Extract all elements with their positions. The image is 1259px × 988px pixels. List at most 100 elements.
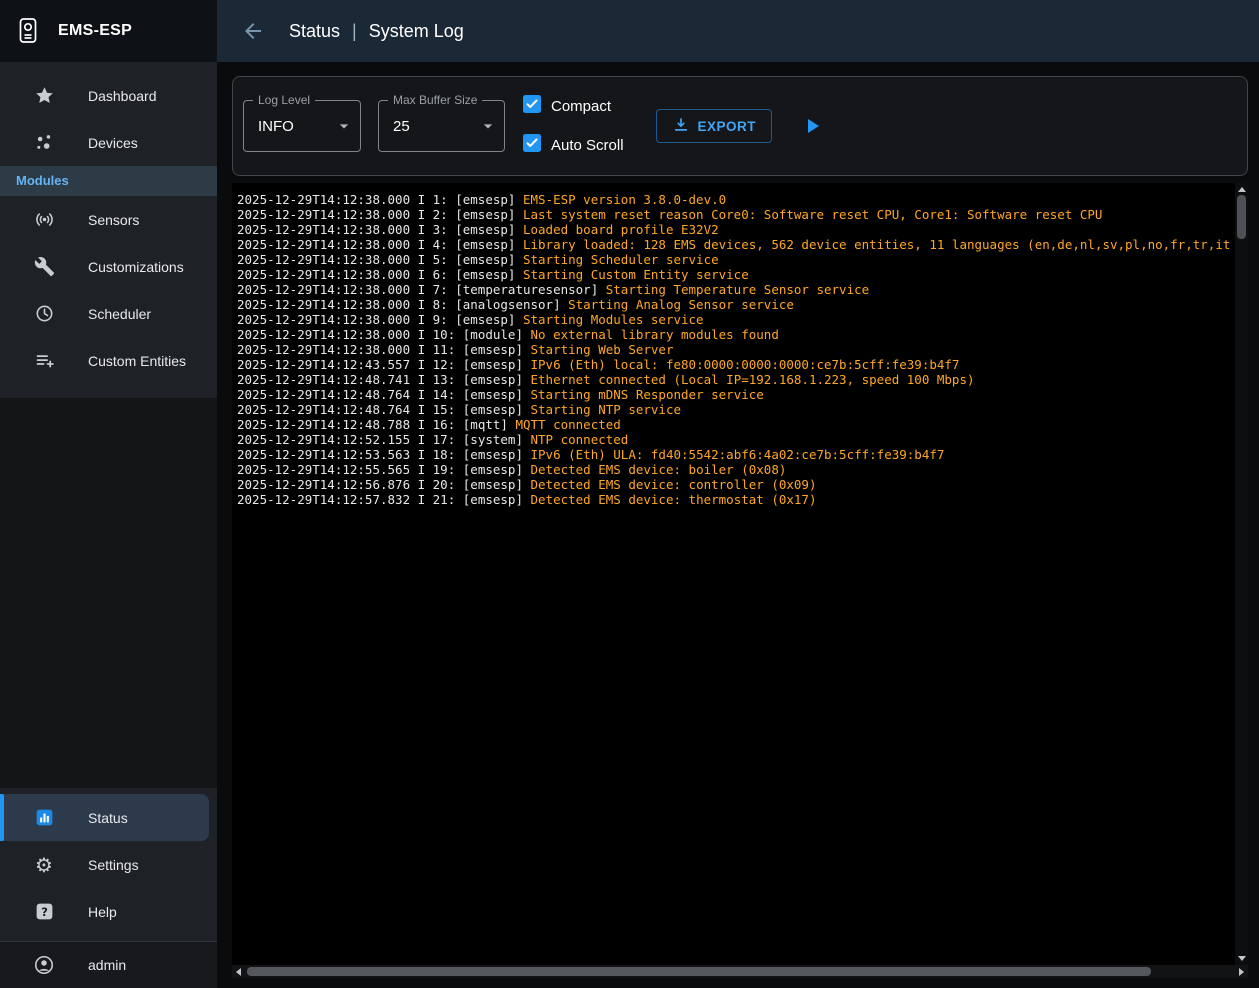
chevron-down-icon [334,116,354,136]
log-line: 2025-12-29T14:12:56.876I 20:[emsesp]Dete… [237,477,1232,492]
log-tag: [emsesp] [455,207,515,222]
log-message: Starting Temperature Sensor service [606,282,869,297]
vertical-scrollbar[interactable] [1235,183,1248,965]
log-tag: [emsesp] [463,462,523,477]
checkbox-checked-icon [523,95,541,118]
download-icon [672,116,690,137]
export-button[interactable]: EXPORT [656,109,773,143]
log-tag: [emsesp] [463,342,523,357]
vertical-scrollbar-thumb[interactable] [1237,195,1246,239]
max-buffer-size-select[interactable]: Max Buffer Size 25 [378,100,505,152]
sidebar-item-customizations[interactable]: Customizations [0,243,217,290]
sidebar-item-label: Sensors [88,212,139,228]
log-level-label: Log Level [253,93,315,107]
log-message: Starting Modules service [523,312,704,327]
log-timestamp: 2025-12-29T14:12:48.788 [237,417,410,432]
sidebar-item-label: Status [88,810,128,826]
log-message: Starting Analog Sensor service [568,297,794,312]
log-line: 2025-12-29T14:12:48.788I 16:[mqtt]MQTT c… [237,417,1232,432]
clock-icon [32,302,56,326]
back-icon[interactable] [241,19,265,43]
log-tag: [emsesp] [455,222,515,237]
log-timestamp: 2025-12-29T14:12:38.000 [237,192,410,207]
log-seq: I 21: [418,492,456,507]
checkbox-group: Compact Auto Scroll [523,95,624,157]
log-line: 2025-12-29T14:12:38.000I 10:[module]No e… [237,327,1232,342]
auto-scroll-checkbox[interactable]: Auto Scroll [523,134,624,157]
sidebar-item-dashboard[interactable]: Dashboard [0,72,217,119]
log-line: 2025-12-29T14:12:38.000I 2:[emsesp]Last … [237,207,1232,222]
log-seq: I 12: [418,357,456,372]
log-message: No external library modules found [531,327,779,342]
sidebar-item-scheduler[interactable]: Scheduler [0,290,217,337]
log-message: Loaded board profile E32V2 [523,222,719,237]
sidebar-item-status[interactable]: Status [0,794,209,841]
log-message: Starting Web Server [531,342,674,357]
sidebar-item-settings[interactable]: ⚙ Settings [0,841,217,888]
log-seq: I 16: [418,417,456,432]
export-button-label: EXPORT [698,119,757,134]
sidebar-item-devices[interactable]: Devices [0,119,217,166]
log-message: Ethernet connected (Local IP=192.168.1.2… [531,372,975,387]
log-seq: I 5: [418,252,448,267]
log-message: Starting NTP service [531,402,682,417]
sidebar-item-sensors[interactable]: Sensors [0,196,217,243]
sidebar-item-help[interactable]: ? Help [0,888,217,935]
app-root: EMS-ESP Dashboard Devices Modules [0,0,1259,988]
log-tag: [emsesp] [463,477,523,492]
sidebar-item-custom-entities[interactable]: Custom Entities [0,337,217,384]
log-line: 2025-12-29T14:12:38.000I 1:[emsesp]EMS-E… [237,192,1232,207]
sidebar-item-label: Devices [88,135,138,151]
log-message: Library loaded: 128 EMS devices, 562 dev… [523,237,1232,252]
log-timestamp: 2025-12-29T14:12:48.764 [237,402,410,417]
max-buffer-size-value: 25 [393,118,410,135]
log-tag: [emsesp] [463,492,523,507]
horizontal-scrollbar-thumb[interactable] [247,967,1151,976]
log-line: 2025-12-29T14:12:43.557I 12:[emsesp]IPv6… [237,357,1232,372]
log-seq: I 18: [418,447,456,462]
chevron-down-icon [478,116,498,136]
sensors-icon [32,208,56,232]
log-tag: [emsesp] [455,267,515,282]
log-message: NTP connected [531,432,629,447]
log-timestamp: 2025-12-29T14:12:38.000 [237,252,410,267]
scroll-right-icon[interactable] [1239,968,1244,976]
app-logo-icon [16,19,40,43]
log-tag: [system] [463,432,523,447]
log-line: 2025-12-29T14:12:48.741I 13:[emsesp]Ethe… [237,372,1232,387]
checkbox-checked-icon [523,134,541,157]
breadcrumb-status: Status [289,21,340,42]
play-icon[interactable] [800,114,824,138]
log-tag: [module] [463,327,523,342]
account-icon [32,953,56,977]
log-timestamp: 2025-12-29T14:12:52.155 [237,432,410,447]
log-seq: I 9: [418,312,448,327]
log-output[interactable]: 2025-12-29T14:12:38.000I 1:[emsesp]EMS-E… [232,183,1248,978]
log-timestamp: 2025-12-29T14:12:38.000 [237,237,410,252]
log-seq: I 13: [418,372,456,387]
scroll-left-icon[interactable] [236,968,241,976]
log-timestamp: 2025-12-29T14:12:48.741 [237,372,410,387]
log-tag: [emsesp] [455,312,515,327]
log-line: 2025-12-29T14:12:38.000I 7:[temperatures… [237,282,1232,297]
app-logo-row: EMS-ESP [0,0,217,62]
log-seq: I 15: [418,402,456,417]
log-seq: I 8: [418,297,448,312]
sidebar-user-row[interactable]: admin [0,941,217,988]
scroll-down-icon[interactable] [1238,956,1246,961]
log-message: Starting Scheduler service [523,252,719,267]
log-seq: I 1: [418,192,448,207]
log-seq: I 2: [418,207,448,222]
log-tag: [analogsensor] [455,297,560,312]
sidebar-item-label: Scheduler [88,306,151,322]
log-timestamp: 2025-12-29T14:12:38.000 [237,327,410,342]
log-timestamp: 2025-12-29T14:12:38.000 [237,267,410,282]
log-line: 2025-12-29T14:12:52.155I 17:[system]NTP … [237,432,1232,447]
log-level-select[interactable]: Log Level INFO [243,100,361,152]
compact-checkbox[interactable]: Compact [523,95,624,118]
playlist-add-icon [32,349,56,373]
scroll-up-icon[interactable] [1238,187,1246,192]
horizontal-scrollbar[interactable] [232,965,1248,978]
log-message: IPv6 (Eth) local: fe80:0000:0000:0000:ce… [531,357,960,372]
log-line: 2025-12-29T14:12:48.764I 15:[emsesp]Star… [237,402,1232,417]
